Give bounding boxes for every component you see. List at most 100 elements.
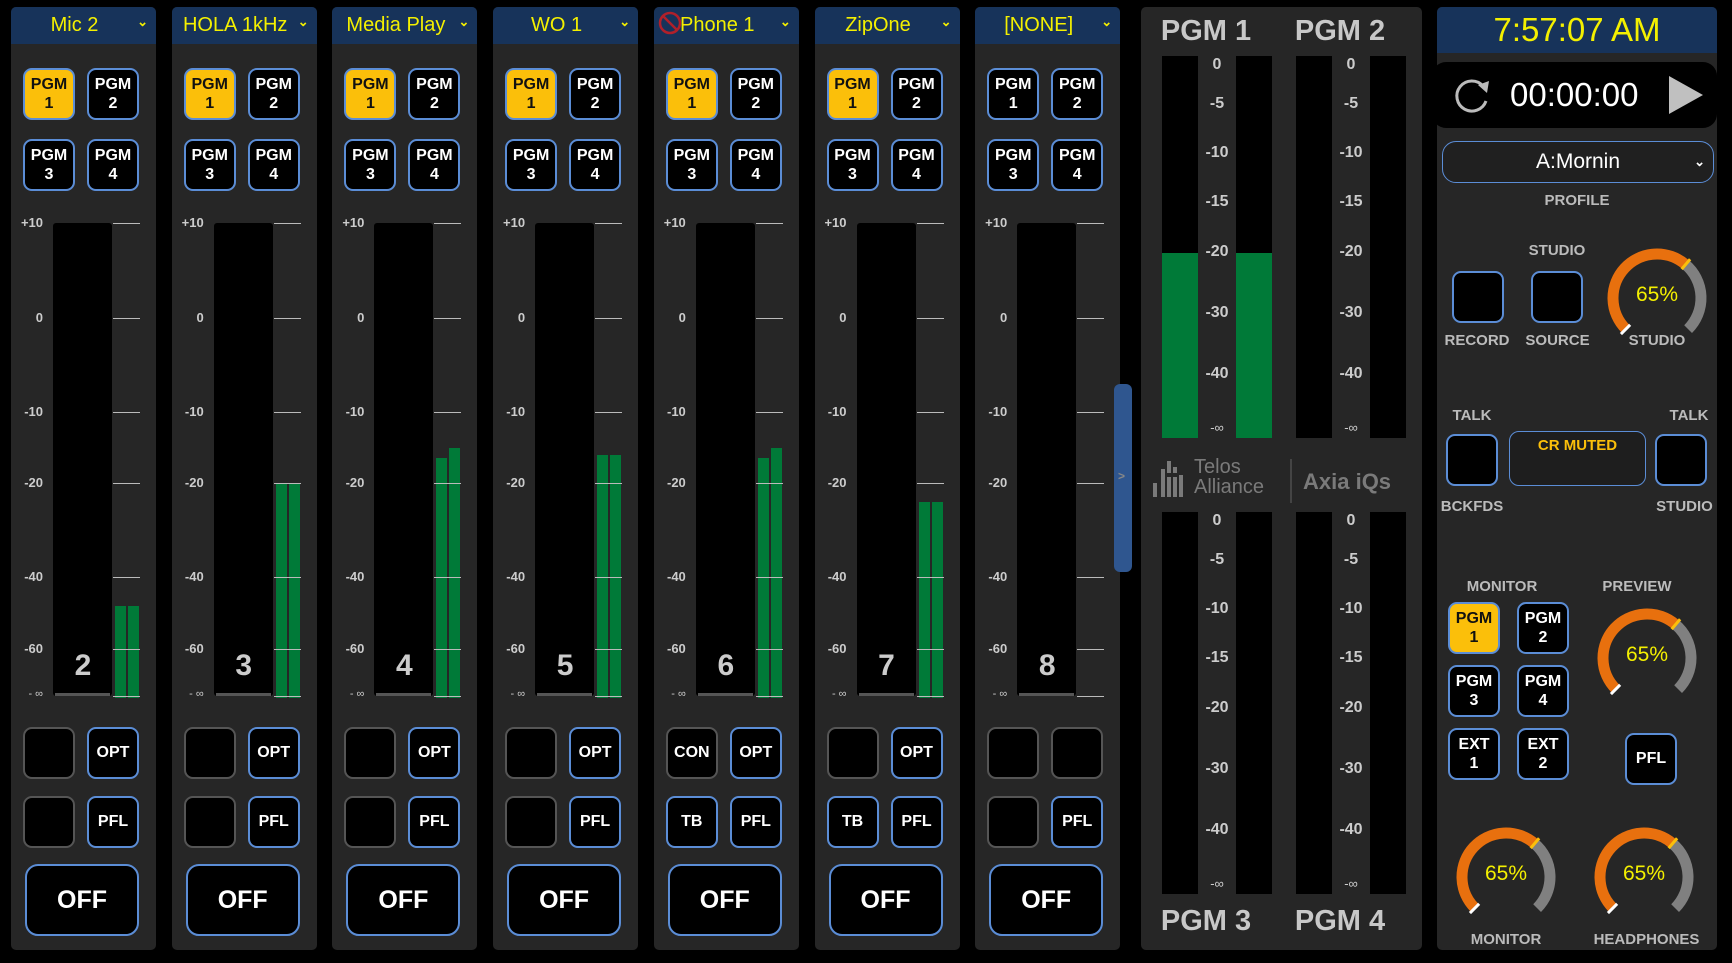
pgm-3-assign-button[interactable]: PGM 3 [826, 139, 879, 191]
channel-off-button[interactable]: OFF [989, 864, 1104, 936]
fader-track[interactable] [374, 223, 434, 696]
pfl-button[interactable]: PFL [247, 796, 300, 848]
pgm-1-assign-button[interactable]: PGM 1 [665, 68, 718, 120]
pgm-3-assign-button[interactable]: PGM 3 [344, 139, 397, 191]
opt-button[interactable]: OPT [247, 727, 300, 779]
fader-track[interactable] [53, 223, 112, 696]
tb-button[interactable]: TB [665, 796, 718, 848]
channel-source-select[interactable]: [NONE] ⌄ [975, 7, 1121, 44]
pgm-2-assign-button[interactable]: PGM 2 [1051, 68, 1104, 120]
monitor-pgm-2-button[interactable]: PGM 2 [1517, 602, 1569, 654]
pgm-3-assign-button[interactable]: PGM 3 [987, 139, 1040, 191]
channel-off-button[interactable]: OFF [667, 864, 782, 936]
fader-track[interactable] [1017, 223, 1077, 696]
talk-bckfds-button[interactable] [1446, 434, 1498, 486]
preview-knob[interactable]: 65% [1592, 603, 1702, 713]
pfl-button[interactable]: PFL [729, 796, 782, 848]
channel-source-select[interactable]: Mic 2 ⌄ [11, 7, 156, 44]
pgm-3-assign-button[interactable]: PGM 3 [183, 139, 236, 191]
opt-button[interactable]: OPT [87, 727, 139, 779]
channel-button-c[interactable] [344, 796, 397, 848]
channel-button-a[interactable] [987, 727, 1040, 779]
channel-button-a[interactable] [826, 727, 879, 779]
pgm-1-assign-button[interactable]: PGM 1 [987, 68, 1040, 120]
pfl-button[interactable]: PFL [1051, 796, 1104, 848]
meter-tick [595, 696, 623, 697]
pgm-1-assign-button[interactable]: PGM 1 [505, 68, 558, 120]
monitor-pgm-3-button[interactable]: PGM 3 [1448, 665, 1500, 717]
opt-button[interactable]: OPT [890, 727, 943, 779]
pgm-2-assign-button[interactable]: PGM 2 [247, 68, 300, 120]
tb-button[interactable]: TB [826, 796, 879, 848]
pfl-button[interactable]: PFL [569, 796, 622, 848]
pgm-2-assign-button[interactable]: PGM 2 [408, 68, 461, 120]
pgm-4-assign-button[interactable]: PGM 4 [1051, 139, 1104, 191]
pgm-number: 1 [687, 95, 697, 112]
pgm-4-assign-button[interactable]: PGM 4 [247, 139, 300, 191]
opt-button[interactable]: OPT [729, 727, 782, 779]
pgm-3-assign-button[interactable]: PGM 3 [23, 139, 75, 191]
pgm-3-assign-button[interactable]: PGM 3 [505, 139, 558, 191]
preview-pfl-button[interactable]: PFL [1625, 733, 1677, 785]
channel-button-a[interactable] [505, 727, 558, 779]
channel-button-c[interactable] [23, 796, 75, 848]
monitor-pgm-4-button[interactable]: PGM 4 [1517, 665, 1569, 717]
fader-track[interactable] [856, 223, 916, 696]
pgm-1-assign-button[interactable]: PGM 1 [23, 68, 75, 120]
con-button[interactable]: CON [665, 727, 718, 779]
record-button[interactable] [1452, 271, 1504, 323]
pgm-3-assign-button[interactable]: PGM 3 [665, 139, 718, 191]
opt-button[interactable]: OPT [569, 727, 622, 779]
channel-button-a[interactable] [344, 727, 397, 779]
channel-source-select[interactable]: WO 1 ⌄ [493, 7, 639, 44]
profile-select[interactable]: A:Mornin ⌄ [1442, 141, 1714, 183]
fader-track[interactable] [535, 223, 595, 696]
channel-button-a[interactable] [183, 727, 236, 779]
channel-source-select[interactable]: Phone 1 ⌄ [653, 7, 799, 44]
pfl-button[interactable]: PFL [890, 796, 943, 848]
channel-off-button[interactable]: OFF [507, 864, 622, 936]
pgm-4-assign-button[interactable]: PGM 4 [569, 139, 622, 191]
channel-button-c[interactable] [505, 796, 558, 848]
pgm-4-assign-button[interactable]: PGM 4 [408, 139, 461, 191]
channel-off-button[interactable]: OFF [828, 864, 943, 936]
fader-base [697, 693, 753, 696]
monitor-ext-1-button[interactable]: EXT 1 [1448, 728, 1500, 780]
pgm-4-assign-button[interactable]: PGM 4 [890, 139, 943, 191]
pfl-button[interactable]: PFL [408, 796, 461, 848]
channel-off-button[interactable]: OFF [185, 864, 300, 936]
pgm-number: 1 [526, 95, 536, 112]
channel-button-c[interactable] [183, 796, 236, 848]
monitor-button-number: 1 [1469, 755, 1479, 772]
pgm-4-assign-button[interactable]: PGM 4 [729, 139, 782, 191]
channel-off-button[interactable]: OFF [346, 864, 461, 936]
reset-timer-icon[interactable] [1450, 73, 1494, 117]
fader-track[interactable] [695, 223, 755, 696]
pgm-4-assign-button[interactable]: PGM 4 [87, 139, 139, 191]
headphones-knob[interactable]: 65% [1589, 822, 1699, 932]
opt-button[interactable]: OPT [408, 727, 461, 779]
pgm-2-assign-button[interactable]: PGM 2 [890, 68, 943, 120]
pgm-2-assign-button[interactable]: PGM 2 [569, 68, 622, 120]
pgm-2-assign-button[interactable]: PGM 2 [87, 68, 139, 120]
studio-source-button[interactable] [1531, 271, 1583, 323]
pfl-button[interactable]: PFL [87, 796, 139, 848]
channel-source-select[interactable]: ZipOne ⌄ [814, 7, 960, 44]
monitor-ext-2-button[interactable]: EXT 2 [1517, 728, 1569, 780]
talk-studio-button[interactable] [1655, 434, 1707, 486]
channel-button-a[interactable] [23, 727, 75, 779]
play-icon[interactable] [1667, 74, 1707, 116]
opt-button[interactable] [1051, 727, 1104, 779]
channel-button-c[interactable] [987, 796, 1040, 848]
pgm-2-assign-button[interactable]: PGM 2 [729, 68, 782, 120]
channel-source-select[interactable]: Media Play ⌄ [332, 7, 478, 44]
pgm-1-assign-button[interactable]: PGM 1 [344, 68, 397, 120]
channel-source-select[interactable]: HOLA 1kHz ⌄ [171, 7, 317, 44]
fader-track[interactable] [213, 223, 273, 696]
pgm-1-assign-button[interactable]: PGM 1 [183, 68, 236, 120]
monitor-knob[interactable]: 65% [1451, 822, 1561, 932]
channel-off-button[interactable]: OFF [25, 864, 139, 936]
channel-scroll-handle[interactable]: > [1114, 384, 1132, 572]
monitor-pgm-1-button[interactable]: PGM 1 [1448, 602, 1500, 654]
pgm-1-assign-button[interactable]: PGM 1 [826, 68, 879, 120]
